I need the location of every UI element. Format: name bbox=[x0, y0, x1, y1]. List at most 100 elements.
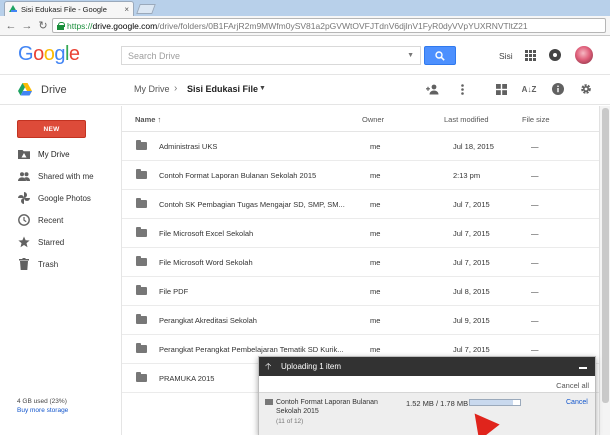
column-name-header[interactable]: Name ↑ bbox=[135, 115, 161, 124]
file-modified: Jul 18, 2015 bbox=[453, 142, 494, 151]
column-modified-header[interactable]: Last modified bbox=[444, 115, 489, 124]
sidebar-item-trash[interactable]: Trash bbox=[0, 253, 121, 275]
clock-icon bbox=[18, 214, 30, 226]
google-header: Google ▼ Sisi bbox=[0, 37, 610, 75]
lock-icon bbox=[57, 21, 65, 30]
reload-icon[interactable]: ↻ bbox=[36, 19, 50, 33]
sort-az-icon[interactable]: A↓Z bbox=[522, 82, 537, 96]
upload-item: Contoh Format Laporan Bulanan Sekolah 20… bbox=[259, 392, 595, 435]
address-bar[interactable]: https://drive.google.com/drive/folders/0… bbox=[52, 18, 606, 33]
forward-icon[interactable]: → bbox=[20, 19, 34, 33]
drive-app-title[interactable]: Drive bbox=[41, 84, 67, 96]
file-owner: me bbox=[370, 142, 381, 151]
sidebar-item-label: Recent bbox=[38, 215, 64, 225]
folder-icon bbox=[136, 285, 147, 295]
upload-progress-fill bbox=[470, 400, 513, 405]
upload-arrow-icon: 🡡 bbox=[265, 360, 272, 371]
folder-icon bbox=[136, 343, 147, 353]
browser-tab-strip: Sisi Edukasi File - Google × bbox=[0, 0, 610, 16]
folder-dropdown-icon[interactable]: ▼ bbox=[259, 85, 266, 92]
drive-favicon-icon bbox=[9, 5, 17, 13]
sort-arrow-icon: ↑ bbox=[157, 115, 162, 124]
tab-close-icon[interactable]: × bbox=[124, 5, 129, 14]
file-modified: Jul 7, 2015 bbox=[453, 258, 490, 267]
storage-used: 4 GB used (23%) bbox=[17, 398, 67, 405]
file-modified: Jul 9, 2015 bbox=[453, 316, 490, 325]
file-size: — bbox=[531, 316, 539, 325]
column-owner-header[interactable]: Owner bbox=[362, 115, 384, 124]
grid-view-icon[interactable] bbox=[494, 82, 508, 96]
sidebar-item-shared-with-me[interactable]: Shared with me bbox=[0, 165, 121, 187]
file-size: — bbox=[531, 171, 539, 180]
url-path: /drive/folders/0B1FArjR2m9MWfm0ySV81a2pG… bbox=[157, 20, 528, 31]
browser-tab[interactable]: Sisi Edukasi File - Google × bbox=[4, 1, 134, 16]
upload-file-count: (11 of 12) bbox=[276, 418, 304, 425]
share-person-icon[interactable] bbox=[425, 82, 439, 96]
list-header: Name ↑ Owner Last modified File size bbox=[122, 106, 610, 132]
browser-toolbar: ← → ↻ https://drive.google.com/drive/fol… bbox=[0, 16, 610, 36]
search-box[interactable]: ▼ bbox=[121, 46, 421, 65]
file-name: Contoh SK Pembagian Tugas Mengajar SD, S… bbox=[159, 200, 345, 209]
drive-logo-icon[interactable] bbox=[18, 83, 32, 96]
upload-title: Uploading 1 item bbox=[281, 362, 342, 371]
folder-icon bbox=[136, 140, 147, 150]
upload-cancel-button[interactable]: Cancel bbox=[566, 399, 588, 406]
settings-icon[interactable] bbox=[579, 82, 593, 96]
search-input[interactable] bbox=[128, 50, 408, 61]
file-name: File PDF bbox=[159, 287, 189, 296]
storage-info: 4 GB used (23%) Buy more storage bbox=[17, 397, 68, 415]
new-tab-button[interactable] bbox=[136, 4, 156, 14]
file-size: — bbox=[531, 258, 539, 267]
folder-icon bbox=[136, 256, 147, 266]
upload-progress-text: 1.52 MB / 1.78 MB bbox=[406, 399, 469, 408]
folder-icon bbox=[136, 227, 147, 237]
table-row[interactable]: Contoh SK Pembagian Tugas Mengajar SD, S… bbox=[122, 190, 610, 219]
back-icon[interactable]: ← bbox=[4, 19, 18, 33]
apps-grid-icon[interactable] bbox=[525, 50, 536, 61]
table-row[interactable]: Contoh Format Laporan Bulanan Sekolah 20… bbox=[122, 161, 610, 190]
scrollbar-thumb[interactable] bbox=[602, 108, 609, 403]
file-name: Perangkat Akreditasi Sekolah bbox=[159, 316, 257, 325]
sidebar-item-recent[interactable]: Recent bbox=[0, 209, 121, 231]
user-name[interactable]: Sisi bbox=[499, 51, 513, 61]
file-modified: Jul 7, 2015 bbox=[453, 229, 490, 238]
file-name: Administrasi UKS bbox=[159, 142, 218, 151]
file-name: PRAMUKA 2015 bbox=[159, 374, 215, 383]
google-logo[interactable]: Google bbox=[18, 43, 80, 66]
buy-storage-link[interactable]: Buy more storage bbox=[17, 406, 68, 415]
sidebar-item-google-photos[interactable]: Google Photos bbox=[0, 187, 121, 209]
minimize-icon[interactable] bbox=[579, 367, 587, 369]
sidebar-item-label: Google Photos bbox=[38, 193, 91, 203]
photos-pinwheel-icon bbox=[18, 192, 30, 204]
folder-icon bbox=[136, 198, 147, 208]
table-row[interactable]: File Microsoft Excel Sekolah me Jul 7, 201… bbox=[122, 219, 610, 248]
info-icon[interactable] bbox=[551, 82, 565, 96]
sidebar-item-label: My Drive bbox=[38, 149, 70, 159]
search-options-dropdown-icon[interactable]: ▼ bbox=[407, 52, 414, 59]
notifications-icon[interactable] bbox=[549, 49, 561, 61]
sidebar-item-starred[interactable]: Starred bbox=[0, 231, 121, 253]
file-size: — bbox=[531, 142, 539, 151]
new-button[interactable]: NEW bbox=[17, 120, 86, 138]
file-modified: Jul 8, 2015 bbox=[453, 287, 490, 296]
file-modified: 2:13 pm bbox=[453, 171, 481, 180]
file-owner: me bbox=[370, 316, 381, 325]
file-size: — bbox=[531, 345, 539, 354]
avatar[interactable] bbox=[575, 46, 593, 64]
url-host: drive.google.com bbox=[92, 20, 158, 31]
breadcrumb-separator: › bbox=[174, 83, 178, 94]
file-size: — bbox=[531, 287, 539, 296]
table-row[interactable]: File Microsoft Word Sekolah me Jul 7, 2015… bbox=[122, 248, 610, 277]
scrollbar[interactable] bbox=[599, 106, 610, 435]
table-row[interactable]: Administrasi UKS me Jul 18, 2015 — bbox=[122, 132, 610, 161]
breadcrumb-current-folder[interactable]: Sisi Edukasi File bbox=[187, 84, 258, 94]
file-modified: Jul 7, 2015 bbox=[453, 345, 490, 354]
search-button[interactable] bbox=[424, 46, 456, 65]
breadcrumb-my-drive[interactable]: My Drive bbox=[134, 84, 170, 94]
cancel-all-button[interactable]: Cancel all bbox=[556, 381, 589, 390]
column-size-header[interactable]: File size bbox=[522, 115, 550, 124]
table-row[interactable]: Perangkat Akreditasi Sekolah me Jul 9, 201… bbox=[122, 306, 610, 335]
sidebar-item-my-drive[interactable]: My Drive bbox=[0, 143, 121, 165]
more-vert-icon[interactable] bbox=[455, 82, 469, 96]
table-row[interactable]: File PDF me Jul 8, 2015 — bbox=[122, 277, 610, 306]
